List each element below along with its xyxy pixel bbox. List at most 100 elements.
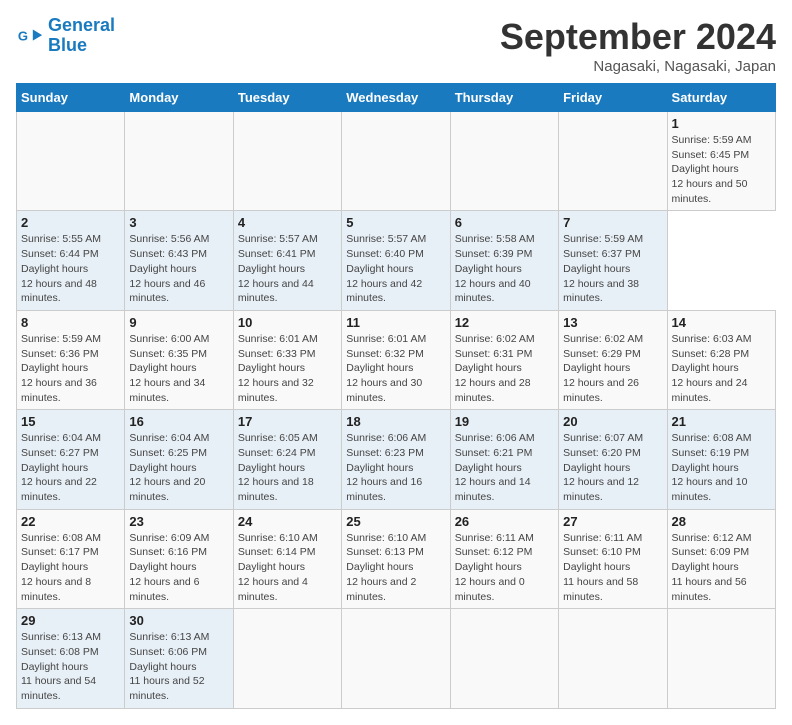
empty-day-cell	[342, 609, 450, 708]
day-number: 4	[238, 215, 337, 230]
empty-day-cell	[667, 609, 775, 708]
day-number: 26	[455, 514, 554, 529]
day-info: Sunrise: 6:02 AMSunset: 6:31 PMDaylight …	[455, 332, 554, 405]
column-header-saturday: Saturday	[667, 84, 775, 112]
day-info: Sunrise: 6:08 AMSunset: 6:19 PMDaylight …	[672, 431, 771, 504]
day-cell: 25 Sunrise: 6:10 AMSunset: 6:13 PMDaylig…	[342, 509, 450, 608]
day-number: 18	[346, 414, 445, 429]
day-number: 6	[455, 215, 554, 230]
calendar-week-row: 15 Sunrise: 6:04 AMSunset: 6:27 PMDaylig…	[17, 410, 776, 509]
day-info: Sunrise: 6:08 AMSunset: 6:17 PMDaylight …	[21, 531, 120, 604]
day-cell: 11 Sunrise: 6:01 AMSunset: 6:32 PMDaylig…	[342, 310, 450, 409]
day-cell: 8 Sunrise: 5:59 AMSunset: 6:36 PMDayligh…	[17, 310, 125, 409]
empty-day-cell	[342, 112, 450, 211]
month-title: September 2024	[500, 16, 776, 58]
day-number: 27	[563, 514, 662, 529]
calendar-week-row: 22 Sunrise: 6:08 AMSunset: 6:17 PMDaylig…	[17, 509, 776, 608]
column-header-friday: Friday	[559, 84, 667, 112]
day-number: 23	[129, 514, 228, 529]
day-number: 14	[672, 315, 771, 330]
logo: G General Blue	[16, 16, 115, 56]
day-cell: 1 Sunrise: 5:59 AMSunset: 6:45 PMDayligh…	[667, 112, 775, 211]
day-number: 7	[563, 215, 662, 230]
day-info: Sunrise: 6:09 AMSunset: 6:16 PMDaylight …	[129, 531, 228, 604]
day-number: 29	[21, 613, 120, 628]
day-info: Sunrise: 6:00 AMSunset: 6:35 PMDaylight …	[129, 332, 228, 405]
day-info: Sunrise: 6:10 AMSunset: 6:14 PMDaylight …	[238, 531, 337, 604]
header: G General Blue September 2024 Nagasaki, …	[16, 16, 776, 75]
title-area: September 2024 Nagasaki, Nagasaki, Japan	[500, 16, 776, 75]
day-number: 13	[563, 315, 662, 330]
day-cell: 30 Sunrise: 6:13 AMSunset: 6:06 PMDaylig…	[125, 609, 233, 708]
day-info: Sunrise: 6:04 AMSunset: 6:27 PMDaylight …	[21, 431, 120, 504]
logo-text: General Blue	[48, 16, 115, 56]
calendar-week-row: 2 Sunrise: 5:55 AMSunset: 6:44 PMDayligh…	[17, 211, 776, 310]
day-info: Sunrise: 6:01 AMSunset: 6:32 PMDaylight …	[346, 332, 445, 405]
day-info: Sunrise: 5:59 AMSunset: 6:45 PMDaylight …	[672, 133, 771, 206]
day-number: 22	[21, 514, 120, 529]
calendar-header-row: SundayMondayTuesdayWednesdayThursdayFrid…	[17, 84, 776, 112]
day-info: Sunrise: 6:13 AMSunset: 6:08 PMDaylight …	[21, 630, 120, 703]
day-info: Sunrise: 5:59 AMSunset: 6:36 PMDaylight …	[21, 332, 120, 405]
day-info: Sunrise: 5:57 AMSunset: 6:41 PMDaylight …	[238, 232, 337, 305]
column-header-thursday: Thursday	[450, 84, 558, 112]
empty-day-cell	[233, 609, 341, 708]
day-cell: 15 Sunrise: 6:04 AMSunset: 6:27 PMDaylig…	[17, 410, 125, 509]
day-cell: 10 Sunrise: 6:01 AMSunset: 6:33 PMDaylig…	[233, 310, 341, 409]
day-info: Sunrise: 6:12 AMSunset: 6:09 PMDaylight …	[672, 531, 771, 604]
day-info: Sunrise: 6:10 AMSunset: 6:13 PMDaylight …	[346, 531, 445, 604]
calendar-table: SundayMondayTuesdayWednesdayThursdayFrid…	[16, 83, 776, 709]
column-header-sunday: Sunday	[17, 84, 125, 112]
day-info: Sunrise: 5:56 AMSunset: 6:43 PMDaylight …	[129, 232, 228, 305]
calendar-week-row: 8 Sunrise: 5:59 AMSunset: 6:36 PMDayligh…	[17, 310, 776, 409]
day-cell: 18 Sunrise: 6:06 AMSunset: 6:23 PMDaylig…	[342, 410, 450, 509]
location-title: Nagasaki, Nagasaki, Japan	[500, 58, 776, 75]
day-info: Sunrise: 6:04 AMSunset: 6:25 PMDaylight …	[129, 431, 228, 504]
column-header-tuesday: Tuesday	[233, 84, 341, 112]
day-number: 11	[346, 315, 445, 330]
day-number: 3	[129, 215, 228, 230]
day-info: Sunrise: 5:58 AMSunset: 6:39 PMDaylight …	[455, 232, 554, 305]
empty-day-cell	[233, 112, 341, 211]
day-cell: 16 Sunrise: 6:04 AMSunset: 6:25 PMDaylig…	[125, 410, 233, 509]
day-info: Sunrise: 6:11 AMSunset: 6:10 PMDaylight …	[563, 531, 662, 604]
column-header-wednesday: Wednesday	[342, 84, 450, 112]
column-header-monday: Monday	[125, 84, 233, 112]
day-number: 15	[21, 414, 120, 429]
day-info: Sunrise: 6:01 AMSunset: 6:33 PMDaylight …	[238, 332, 337, 405]
day-number: 1	[672, 116, 771, 131]
day-info: Sunrise: 6:13 AMSunset: 6:06 PMDaylight …	[129, 630, 228, 703]
day-number: 28	[672, 514, 771, 529]
calendar-week-row: 29 Sunrise: 6:13 AMSunset: 6:08 PMDaylig…	[17, 609, 776, 708]
day-number: 24	[238, 514, 337, 529]
day-cell: 3 Sunrise: 5:56 AMSunset: 6:43 PMDayligh…	[125, 211, 233, 310]
day-number: 16	[129, 414, 228, 429]
day-number: 17	[238, 414, 337, 429]
empty-day-cell	[450, 609, 558, 708]
day-number: 8	[21, 315, 120, 330]
day-info: Sunrise: 6:06 AMSunset: 6:23 PMDaylight …	[346, 431, 445, 504]
day-cell: 28 Sunrise: 6:12 AMSunset: 6:09 PMDaylig…	[667, 509, 775, 608]
day-number: 10	[238, 315, 337, 330]
day-number: 12	[455, 315, 554, 330]
day-cell: 24 Sunrise: 6:10 AMSunset: 6:14 PMDaylig…	[233, 509, 341, 608]
svg-text:G: G	[18, 28, 28, 43]
day-cell: 6 Sunrise: 5:58 AMSunset: 6:39 PMDayligh…	[450, 211, 558, 310]
day-info: Sunrise: 5:59 AMSunset: 6:37 PMDaylight …	[563, 232, 662, 305]
day-cell: 7 Sunrise: 5:59 AMSunset: 6:37 PMDayligh…	[559, 211, 667, 310]
empty-day-cell	[125, 112, 233, 211]
day-number: 9	[129, 315, 228, 330]
calendar-body: 1 Sunrise: 5:59 AMSunset: 6:45 PMDayligh…	[17, 112, 776, 709]
day-cell: 23 Sunrise: 6:09 AMSunset: 6:16 PMDaylig…	[125, 509, 233, 608]
day-info: Sunrise: 6:07 AMSunset: 6:20 PMDaylight …	[563, 431, 662, 504]
day-number: 30	[129, 613, 228, 628]
day-cell: 4 Sunrise: 5:57 AMSunset: 6:41 PMDayligh…	[233, 211, 341, 310]
day-info: Sunrise: 6:03 AMSunset: 6:28 PMDaylight …	[672, 332, 771, 405]
empty-day-cell	[559, 609, 667, 708]
day-cell: 26 Sunrise: 6:11 AMSunset: 6:12 PMDaylig…	[450, 509, 558, 608]
calendar-week-row: 1 Sunrise: 5:59 AMSunset: 6:45 PMDayligh…	[17, 112, 776, 211]
day-cell: 2 Sunrise: 5:55 AMSunset: 6:44 PMDayligh…	[17, 211, 125, 310]
day-number: 19	[455, 414, 554, 429]
day-cell: 13 Sunrise: 6:02 AMSunset: 6:29 PMDaylig…	[559, 310, 667, 409]
day-cell: 14 Sunrise: 6:03 AMSunset: 6:28 PMDaylig…	[667, 310, 775, 409]
